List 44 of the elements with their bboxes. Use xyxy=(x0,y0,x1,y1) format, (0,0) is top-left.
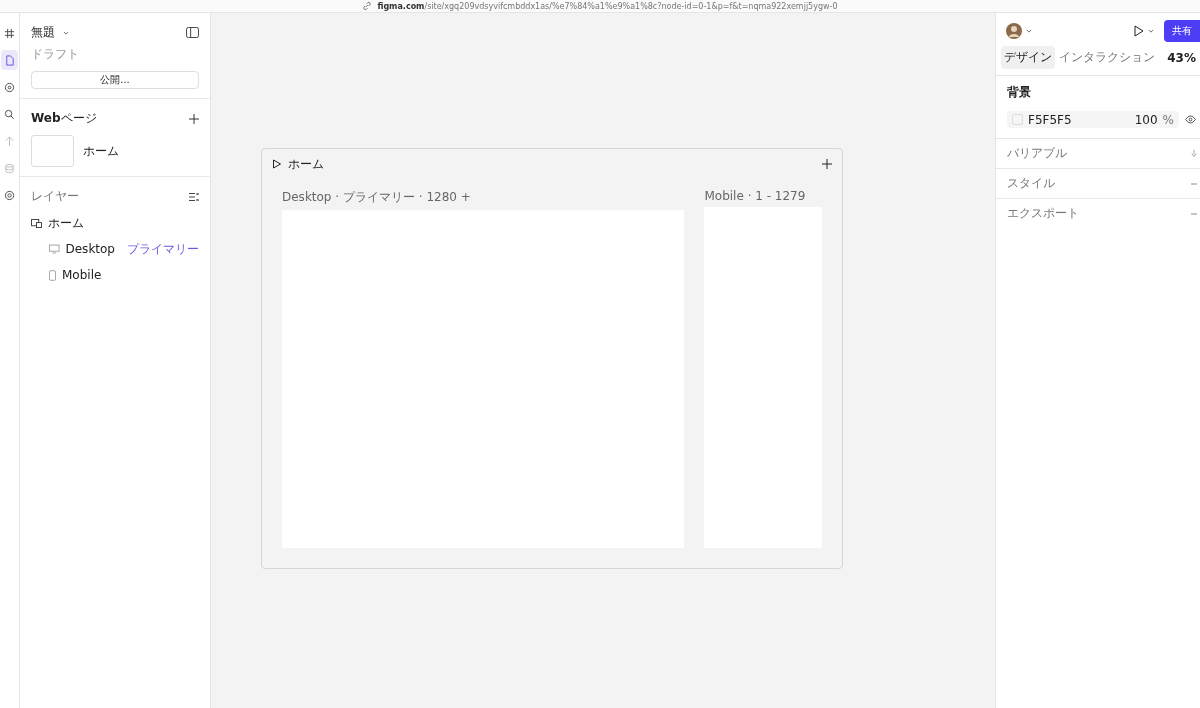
chevron-icon[interactable] xyxy=(1148,29,1154,33)
panel-tab[interactable]: デザイン xyxy=(1001,46,1055,69)
eye-icon[interactable] xyxy=(1185,115,1196,124)
chevron-icon[interactable] xyxy=(63,30,69,35)
panel-tab[interactable]: インタラクション xyxy=(1056,46,1158,69)
page-title: ホーム xyxy=(288,155,324,173)
primary-tag: プライマリー xyxy=(127,240,199,258)
play-icon[interactable] xyxy=(272,159,282,169)
publish-button[interactable]: 公開... xyxy=(31,71,199,89)
monitor-icon xyxy=(49,244,60,254)
frame-label: Desktop · プライマリー · 1280 + xyxy=(282,189,472,206)
section-title: エクスポート xyxy=(1007,205,1079,222)
opacity-value[interactable]: 100 xyxy=(1134,112,1158,127)
hex-value[interactable]: F5F5F5 xyxy=(1028,112,1072,127)
list-icon[interactable] xyxy=(189,191,199,202)
add-icon[interactable] xyxy=(189,113,199,124)
section-title: バリアブル xyxy=(1007,145,1067,162)
zoom-level[interactable]: 43% xyxy=(1167,50,1196,65)
layer-name[interactable]: Mobile xyxy=(62,268,102,282)
file-title[interactable]: 無題 xyxy=(31,24,55,41)
section-title: 背景 xyxy=(1007,84,1032,101)
page-frame-icon xyxy=(31,218,42,228)
section-title: スタイル xyxy=(1007,175,1055,192)
play-icon[interactable] xyxy=(1134,25,1144,37)
section-title: レイヤー xyxy=(31,188,79,205)
layer-name[interactable]: ホーム xyxy=(48,214,84,232)
page-thumbnail[interactable] xyxy=(31,135,74,167)
link-icon xyxy=(362,1,373,11)
share-button[interactable]: 共有 xyxy=(1164,20,1200,42)
percent-unit: % xyxy=(1162,112,1174,127)
phone-icon xyxy=(49,269,56,281)
page-name[interactable]: ホーム xyxy=(83,142,119,160)
variable-icon[interactable] xyxy=(1191,149,1197,158)
avatar-icon[interactable] xyxy=(1006,23,1022,39)
sidebar-toggle-icon[interactable] xyxy=(186,27,199,38)
color-field[interactable]: F5F5F5 100 % xyxy=(1007,111,1179,128)
add-icon[interactable] xyxy=(822,159,832,169)
chevron-icon[interactable] xyxy=(1026,29,1032,33)
frame-label: Mobile · 1 - 1279 xyxy=(704,189,807,203)
section-title: Webページ xyxy=(31,110,97,127)
file-subtitle: ドラフト xyxy=(31,46,80,63)
layer-name[interactable]: Desktop xyxy=(65,242,115,256)
page-icon[interactable] xyxy=(1,50,18,70)
color-swatch[interactable] xyxy=(1012,114,1023,125)
